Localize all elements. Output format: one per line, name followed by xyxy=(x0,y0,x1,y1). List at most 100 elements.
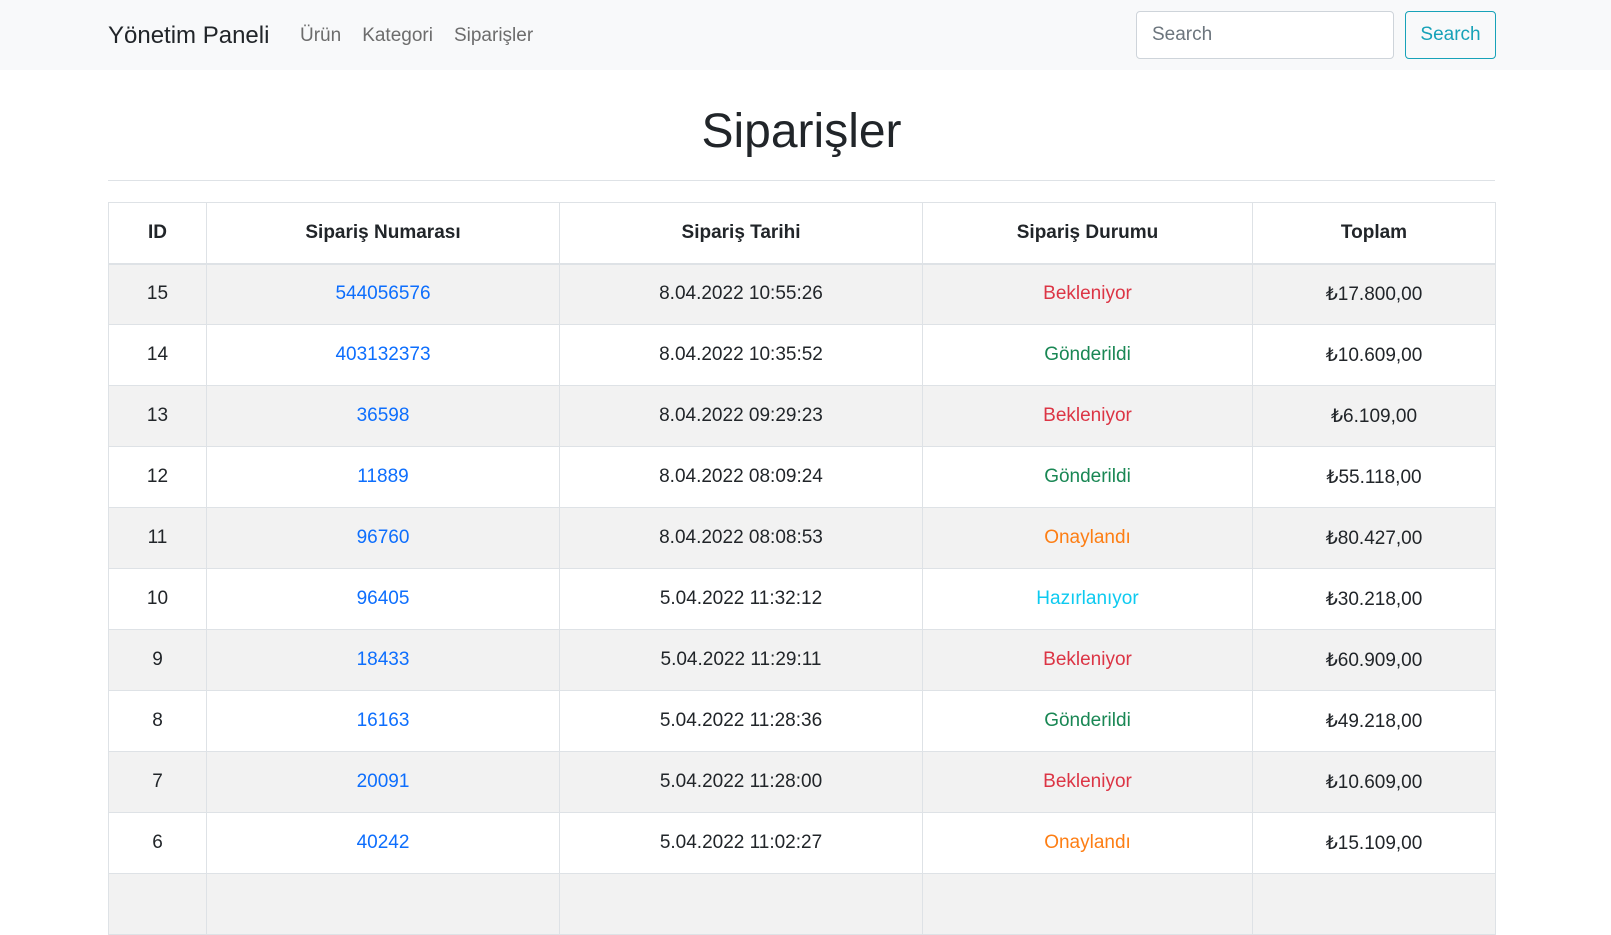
cell-total: ₺17.800,00 xyxy=(1252,263,1496,325)
header-total: Toplam xyxy=(1252,202,1496,265)
cell-order-date: 8.04.2022 10:35:52 xyxy=(559,324,923,386)
table-row: 9 18433 5.04.2022 11:29:11 Bekleniyor ₺60.90… xyxy=(108,629,1496,691)
cell-total-text: ₺49.218,00 xyxy=(1325,710,1423,732)
cell-id: 7 xyxy=(108,751,207,813)
cell-id-text: 10 xyxy=(146,588,169,609)
order-number-link[interactable]: 40242 xyxy=(357,832,410,853)
status-text: Bekleniyor xyxy=(1043,405,1132,426)
cell-total: ₺60.909,00 xyxy=(1252,629,1496,691)
order-number-link[interactable]: 96405 xyxy=(357,588,410,609)
cell-id: 12 xyxy=(108,446,207,508)
order-number-link[interactable]: 16163 xyxy=(357,710,410,731)
title-divider xyxy=(108,180,1495,181)
cell-id: 15 xyxy=(108,263,207,325)
cell-total-text: ₺30.218,00 xyxy=(1325,588,1423,610)
cell-order-date-text: 8.04.2022 10:35:52 xyxy=(659,344,823,365)
cell-order-date-text: 5.04.2022 11:32:12 xyxy=(659,588,823,609)
cell-total: ₺80.427,00 xyxy=(1252,507,1496,569)
cell-order-status: Hazırlanıyor xyxy=(922,568,1253,630)
cell-total-text: ₺80.427,00 xyxy=(1325,527,1423,549)
table-row: 10 96405 5.04.2022 11:32:12 Hazırlanıyor ₺30… xyxy=(108,568,1496,630)
search-input[interactable] xyxy=(1136,11,1394,59)
cell-id-text: 8 xyxy=(152,710,163,731)
status-text: Onaylandı xyxy=(1044,832,1131,853)
cell-order-status: Onaylandı xyxy=(922,507,1253,569)
nav-links: Ürün Kategori Siparişler xyxy=(300,22,554,50)
cell-order-number xyxy=(206,873,560,935)
order-number-link[interactable]: 20091 xyxy=(357,771,410,792)
status-text: Hazırlanıyor xyxy=(1036,588,1139,609)
cell-order-date: 8.04.2022 10:55:26 xyxy=(559,263,923,325)
cell-id: 6 xyxy=(108,812,207,874)
cell-id: 13 xyxy=(108,385,207,447)
cell-order-number: 36598 xyxy=(206,385,560,447)
cell-order-date: 8.04.2022 08:09:24 xyxy=(559,446,923,508)
cell-id-text: 15 xyxy=(146,283,169,305)
orders-table-container: ID Sipariş Numarası Sipariş Tarihi Sipar… xyxy=(108,202,1496,935)
header-order-date: Sipariş Tarihi xyxy=(559,202,923,265)
table-row: 8 16163 5.04.2022 11:28:36 Gönderildi ₺49.21… xyxy=(108,690,1496,752)
cell-id-text: 7 xyxy=(152,771,163,792)
order-number-link[interactable]: 36598 xyxy=(357,405,410,426)
header-id: ID xyxy=(108,202,207,265)
table-row: 13 36598 8.04.2022 09:29:23 Bekleniyor ₺6.10… xyxy=(108,385,1496,447)
cell-total xyxy=(1252,873,1496,935)
order-number-link[interactable]: 96760 xyxy=(357,527,410,548)
table-row: 14 403132373 8.04.2022 10:35:52 Gönderildi ₺… xyxy=(108,324,1496,386)
navbar-brand[interactable]: Yönetim Paneli xyxy=(108,19,269,53)
cell-id-text: 12 xyxy=(146,466,169,487)
order-number-link[interactable]: 18433 xyxy=(357,649,410,670)
table-row: 6 40242 5.04.2022 11:02:27 Onaylandı ₺15.109… xyxy=(108,812,1496,874)
cell-order-date: 8.04.2022 08:08:53 xyxy=(559,507,923,569)
cell-order-number: 18433 xyxy=(206,629,560,691)
order-number-link[interactable]: 544056576 xyxy=(335,283,430,304)
cell-order-date-text: 8.04.2022 08:08:53 xyxy=(659,527,823,548)
cell-order-date: 8.04.2022 09:29:23 xyxy=(559,385,923,447)
table-row xyxy=(108,873,1496,935)
cell-total-text: ₺10.609,00 xyxy=(1325,771,1423,793)
cell-order-date: 5.04.2022 11:28:00 xyxy=(559,751,923,813)
cell-total-text: ₺15.109,00 xyxy=(1325,832,1423,854)
table-row: 7 20091 5.04.2022 11:28:00 Bekleniyor ₺10.60… xyxy=(108,751,1496,813)
cell-id-text: 9 xyxy=(152,649,163,670)
cell-total-text: ₺60.909,00 xyxy=(1325,649,1423,671)
cell-order-status: Bekleniyor xyxy=(922,385,1253,447)
status-text: Gönderildi xyxy=(1044,710,1131,731)
orders-table: ID Sipariş Numarası Sipariş Tarihi Sipar… xyxy=(108,202,1496,935)
order-number-link[interactable]: 11889 xyxy=(357,466,408,487)
page-title: Siparişler xyxy=(701,105,902,158)
cell-order-date-text: 8.04.2022 10:55:26 xyxy=(659,283,823,305)
cell-order-status: Gönderildi xyxy=(922,446,1253,508)
cell-order-number: 403132373 xyxy=(206,324,560,386)
cell-id: 10 xyxy=(108,568,207,630)
search-button[interactable]: Search xyxy=(1405,11,1496,59)
cell-id: 9 xyxy=(108,629,207,691)
nav-link-urun[interactable]: Ürün xyxy=(300,22,341,50)
cell-order-status: Bekleniyor xyxy=(922,751,1253,813)
nav-link-siparisler[interactable]: Siparişler xyxy=(454,22,533,50)
cell-total-text: ₺55.118,00 xyxy=(1326,466,1422,488)
header-order-number: Sipariş Numarası xyxy=(206,202,560,265)
order-number-link[interactable]: 403132373 xyxy=(335,344,430,365)
status-text: Onaylandı xyxy=(1044,527,1131,548)
cell-order-date: 5.04.2022 11:28:36 xyxy=(559,690,923,752)
nav-link-kategori[interactable]: Kategori xyxy=(362,22,433,50)
cell-order-date: 5.04.2022 11:32:12 xyxy=(559,568,923,630)
cell-id-text: 13 xyxy=(146,405,169,426)
cell-order-number: 96760 xyxy=(206,507,560,569)
table-row: 12 11889 8.04.2022 08:09:24 Gönderildi ₺55.1… xyxy=(108,446,1496,508)
cell-id: 14 xyxy=(108,324,207,386)
cell-order-number: 544056576 xyxy=(206,263,560,325)
cell-order-number: 16163 xyxy=(206,690,560,752)
cell-total: ₺55.118,00 xyxy=(1252,446,1496,508)
cell-order-status: Bekleniyor xyxy=(922,263,1253,325)
cell-total: ₺15.109,00 xyxy=(1252,812,1496,874)
cell-order-date-text: 5.04.2022 11:29:11 xyxy=(660,649,822,670)
cell-id-text: 11 xyxy=(147,527,168,548)
status-text: Gönderildi xyxy=(1044,344,1131,365)
cell-id: 8 xyxy=(108,690,207,752)
cell-id-text: 6 xyxy=(152,832,163,853)
cell-total-text: ₺6.109,00 xyxy=(1330,405,1418,427)
orders-table-body: 15 544056576 8.04.2022 10:55:26 Bekleniyor ₺… xyxy=(108,263,1496,935)
cell-order-date-text: 8.04.2022 08:09:24 xyxy=(659,466,823,487)
